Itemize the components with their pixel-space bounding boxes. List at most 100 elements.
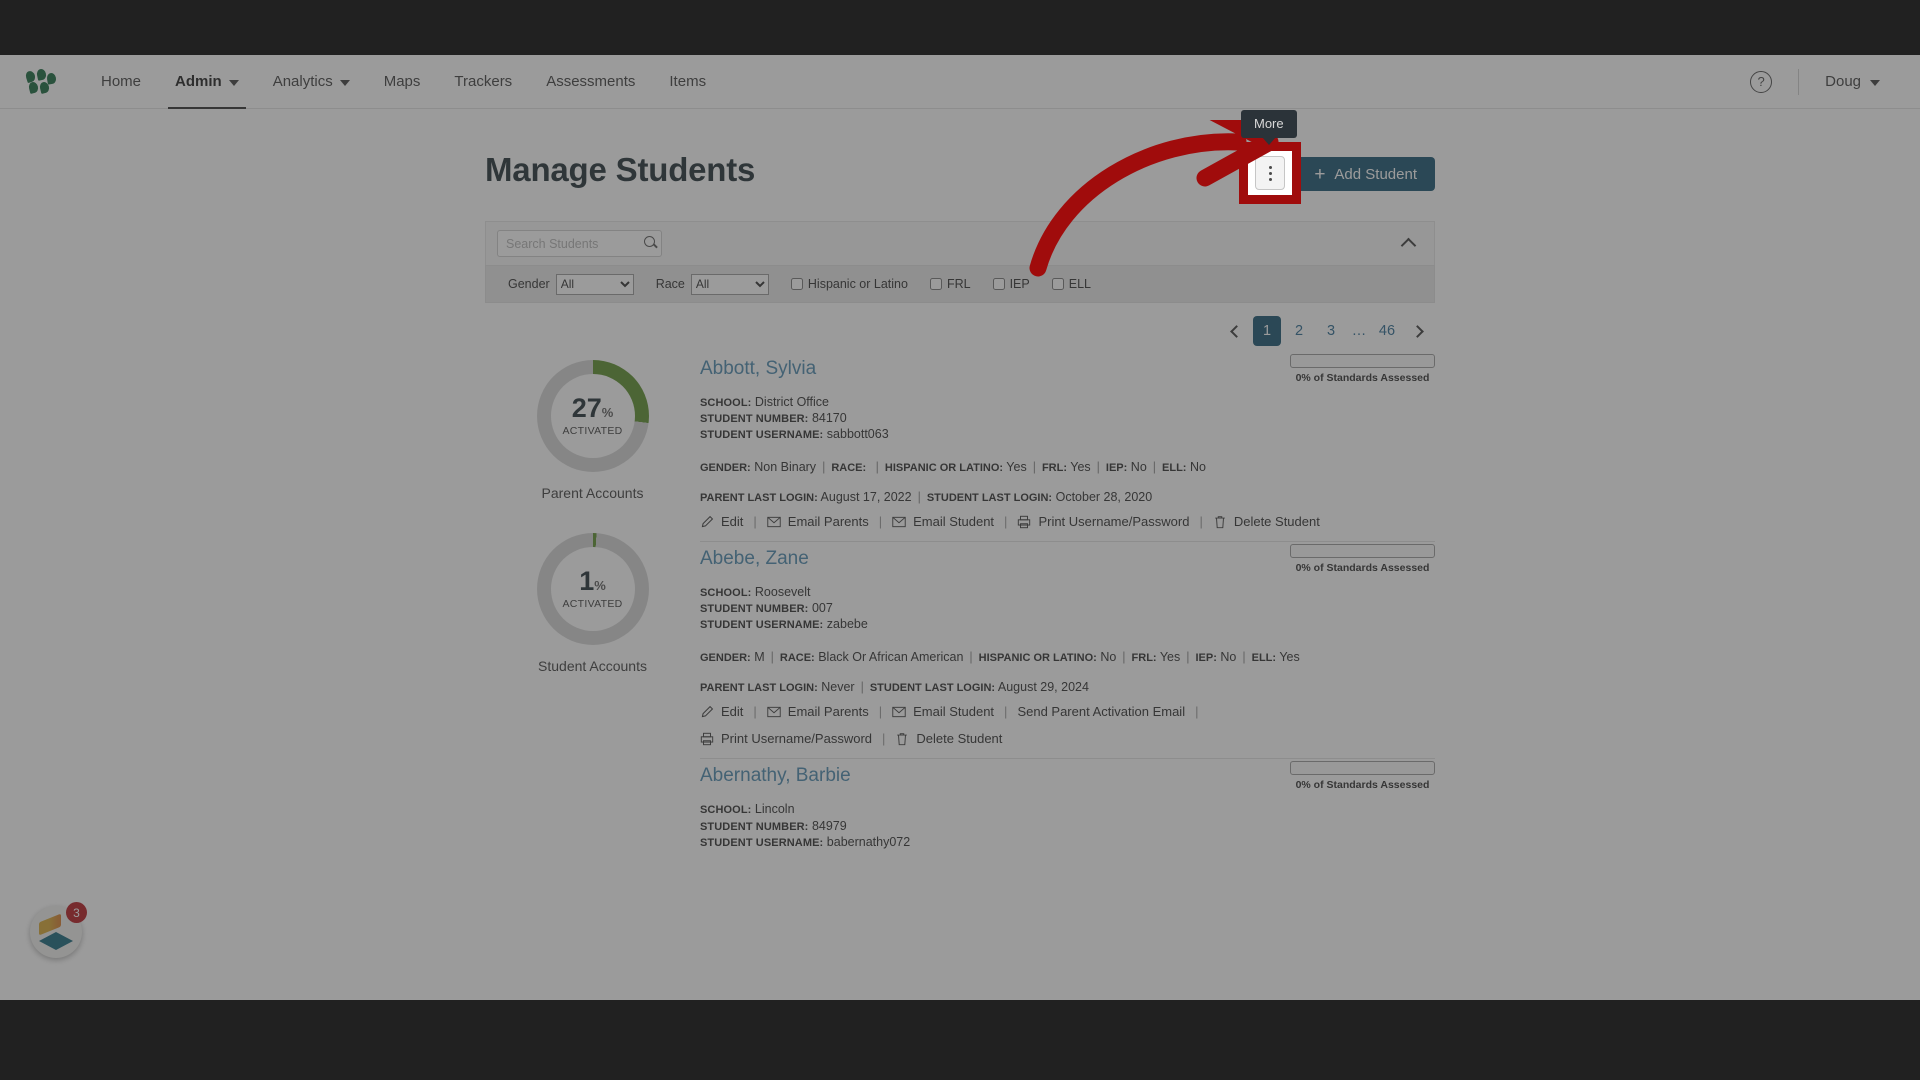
nav-item-maps[interactable]: Maps <box>367 55 438 109</box>
ell-value: Yes <box>1279 650 1300 665</box>
action-label: Email Parents <box>787 514 869 530</box>
pagination: 1 2 3 … 46 <box>485 316 1435 346</box>
main-columns: 27% ACTIVATED Parent Accounts 1% ACTIVAT… <box>485 352 1435 862</box>
ell-checkbox[interactable] <box>1051 278 1064 290</box>
ell-label: ELL: <box>1162 462 1187 475</box>
ell-label: ELL: <box>1251 652 1277 665</box>
page-content: Manage Students + Add Student Search Stu… <box>0 109 1920 1000</box>
filter-checkbox-iep[interactable]: IEP <box>992 277 1030 291</box>
percent-sign: % <box>601 405 614 420</box>
trash-icon <box>1215 516 1225 528</box>
nav-item-analytics[interactable]: Analytics <box>256 55 367 109</box>
school-value: District Office <box>754 395 829 409</box>
race-label: RACE: <box>831 462 867 475</box>
gender-select[interactable]: All <box>555 273 634 295</box>
page-button-3[interactable]: 3 <box>1317 316 1345 346</box>
chevron-up-icon[interactable] <box>1403 236 1416 249</box>
delete-student-action[interactable]: Delete Student <box>1213 514 1320 529</box>
standards-progress-bar <box>1290 544 1435 559</box>
school-label: SCHOOL: <box>700 397 752 409</box>
student-list: 0% of Standards Assessed Abbott, Sylvia … <box>700 352 1435 862</box>
iep-label: IEP: <box>1195 652 1217 665</box>
student-actions: Edit | Email Parents | Email Student <box>700 514 1435 529</box>
page-button-2[interactable]: 2 <box>1285 316 1313 346</box>
student-last-login-label: STUDENT LAST LOGIN: <box>926 492 1053 505</box>
email-student-action[interactable]: Email Student <box>892 704 994 719</box>
diamond-stack-icon <box>39 913 61 936</box>
email-student-action[interactable]: Email Student <box>892 514 994 529</box>
iep-checkbox[interactable] <box>992 278 1005 290</box>
race-select[interactable]: All <box>690 273 769 295</box>
school-label: SCHOOL: <box>700 804 752 817</box>
top-navigation-bar: Home Admin Analytics Maps Trackers Asses… <box>0 55 1920 109</box>
question-mark-icon[interactable]: ? <box>1750 70 1773 93</box>
print-credentials-action[interactable]: Print Username/Password <box>1017 514 1189 529</box>
chevron-right-icon[interactable] <box>1405 316 1433 346</box>
student-fields: SCHOOL: Roosevelt STUDENT NUMBER: 007 ST… <box>700 584 1435 632</box>
ell-value: No <box>1189 460 1206 475</box>
email-parents-action[interactable]: Email Parents <box>767 514 869 529</box>
nav-item-label: Assessments <box>546 73 636 90</box>
print-credentials-action[interactable]: Print Username/Password <box>700 731 872 746</box>
page-button-1[interactable]: 1 <box>1253 316 1281 346</box>
student-last-login-label: STUDENT LAST LOGIN: <box>869 682 996 695</box>
action-label: Delete Student <box>916 731 1003 747</box>
page-button-46[interactable]: 46 <box>1373 316 1401 346</box>
user-menu[interactable]: Doug <box>1825 73 1880 90</box>
diamond-stack-icon <box>39 932 73 950</box>
filter-checkbox-hispanic[interactable]: Hispanic or Latino <box>790 277 908 291</box>
page-ellipsis: … <box>1351 323 1367 339</box>
nav-item-label: Items <box>669 73 707 90</box>
send-parent-activation-email-action[interactable]: Send Parent Activation Email <box>1017 704 1185 719</box>
nav-item-items[interactable]: Items <box>652 55 723 109</box>
user-name: Doug <box>1825 73 1861 90</box>
nav-item-trackers[interactable]: Trackers <box>437 55 529 109</box>
add-student-button[interactable]: + Add Student <box>1296 157 1435 191</box>
help-widget-button[interactable]: 3 <box>30 902 87 958</box>
standards-progress-bar <box>1290 354 1435 368</box>
parent-last-login-value: August 17, 2022 <box>820 490 912 505</box>
school-value: Roosevelt <box>754 585 811 600</box>
action-label: Email Parents <box>787 704 869 720</box>
nav-item-admin[interactable]: Admin <box>158 55 256 109</box>
delete-student-action[interactable]: Delete Student <box>895 731 1002 746</box>
standards-progress-caption: 0% of Standards Assessed <box>1295 372 1430 384</box>
parent-accounts-donut-chart: 27% ACTIVATED <box>536 360 649 472</box>
hispanic-label: HISPANIC OR LATINO: <box>978 652 1097 665</box>
school-label: SCHOOL: <box>700 587 752 600</box>
standards-progress: 0% of Standards Assessed <box>1290 761 1435 791</box>
search-input[interactable] <box>497 230 662 257</box>
chevron-left-icon[interactable] <box>1221 316 1249 346</box>
hispanic-checkbox[interactable] <box>790 278 803 290</box>
leaves-logo-icon[interactable] <box>24 67 57 95</box>
parent-last-login-value: Never <box>821 680 855 695</box>
edit-action[interactable]: Edit <box>700 704 743 719</box>
more-button-highlighted[interactable] <box>1255 156 1285 190</box>
standards-progress-bar <box>1290 761 1435 776</box>
action-label: Email Student <box>913 704 995 720</box>
gender-value: M <box>754 650 765 665</box>
page-header: Manage Students + Add Student <box>0 109 1920 211</box>
envelope-icon <box>767 516 781 527</box>
student-number-value: 84170 <box>811 411 847 426</box>
filter-panel: Gender All Race All Hispanic or Latino <box>485 221 1435 303</box>
nav-item-assessments[interactable]: Assessments <box>529 55 652 109</box>
parent-last-login-label: PARENT LAST LOGIN: <box>700 492 818 505</box>
email-parents-action[interactable]: Email Parents <box>767 704 869 719</box>
nav-divider <box>1798 68 1800 95</box>
search-icon[interactable] <box>644 236 655 247</box>
student-accounts-stat: 1% ACTIVATED Student Accounts <box>485 533 700 674</box>
nav-item-home[interactable]: Home <box>84 55 158 109</box>
filter-checkbox-frl[interactable]: FRL <box>929 277 971 291</box>
frl-checkbox[interactable] <box>929 278 942 290</box>
vertical-ellipsis-icon <box>1268 171 1272 175</box>
student-username-label: STUDENT USERNAME: <box>700 429 824 442</box>
action-label: Print Username/Password <box>721 731 872 747</box>
edit-action[interactable]: Edit <box>700 514 743 529</box>
student-number-label: STUDENT NUMBER: <box>700 413 809 426</box>
application-page: Home Admin Analytics Maps Trackers Asses… <box>0 55 1920 1000</box>
student-actions: Edit | Email Parents | Email Student <box>700 704 1435 746</box>
filter-checkbox-ell[interactable]: ELL <box>1051 277 1091 291</box>
gender-filter-label: Gender <box>508 277 550 291</box>
highlight-box <box>1239 142 1301 204</box>
